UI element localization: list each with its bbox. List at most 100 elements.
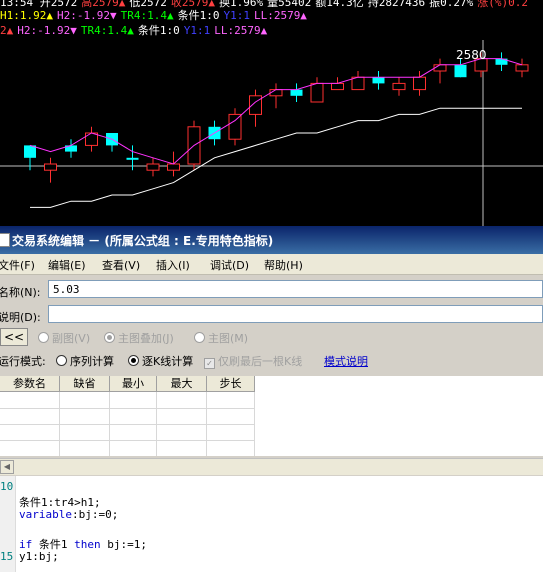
radio-circle-icon <box>38 332 49 343</box>
table-col-divider <box>254 392 255 456</box>
radio-main-chart[interactable]: 主图(M) <box>194 330 248 346</box>
description-label: 说明(D): <box>0 311 41 324</box>
candle-body <box>515 64 529 72</box>
candle-body <box>310 82 324 103</box>
name-row: 名称(N): 5.03 <box>0 280 543 302</box>
radio-circle-icon <box>128 355 139 366</box>
candle-body <box>167 163 180 171</box>
info-field: 条件1:0 <box>137 24 180 37</box>
table-col-divider <box>59 392 60 456</box>
info-field: LL:2579▲ <box>253 9 307 22</box>
price-chart[interactable]: 2580 13:54 开2572 高2579▲ 低2572 收2579▲ 换1.96% 量… <box>0 0 543 226</box>
info-field: 换1.96% <box>218 0 264 9</box>
run-mode-row: 运行模式: 序列计算 逐K线计算 ✓ 仅刷最后一根K线 模式说明 <box>0 352 543 370</box>
table-col-divider <box>206 392 207 456</box>
menu-insert[interactable]: 插入(I) <box>156 257 190 273</box>
info-field: 高2579▲ <box>81 0 126 9</box>
col-header-step[interactable]: 步长 <box>207 376 255 392</box>
description-row: 说明(D): <box>0 305 543 327</box>
price-label: 2580 <box>456 48 487 62</box>
collapse-button[interactable]: << <box>0 328 28 346</box>
radio-main-overlay-label: 主图叠加(J) <box>118 332 174 345</box>
info-field: Y1:1 <box>223 9 250 22</box>
table-row-divider <box>0 408 255 409</box>
info-field: 低2572 <box>129 0 167 9</box>
menu-view[interactable]: 查看(V) <box>102 257 140 273</box>
name-input[interactable]: 5.03 <box>48 280 543 298</box>
run-mode-label: 运行模式: <box>0 355 46 368</box>
horizontal-scrollbar[interactable]: ◀ <box>0 458 543 475</box>
info-field: 持2827436 <box>367 0 426 9</box>
candle-body <box>331 82 344 91</box>
radio-subchart-label: 副图(V) <box>52 332 91 345</box>
candle-body <box>24 145 36 158</box>
ma-upper-line <box>29 58 523 165</box>
info-field: 2▲ <box>0 24 14 37</box>
info-field: LL:2579▲ <box>214 24 268 37</box>
code-editor[interactable]: 10 15 条件1:tr4>h1; variable:bj:=0; if 条件1 th… <box>0 476 543 572</box>
menu-bar: 文件(F) 编辑(E) 查看(V) 插入(I) 调试(D) 帮助(H) <box>0 254 543 275</box>
indicator-info-line-1: H1:1.92▲ H2:-1.92▼ TR4:1.4▲ 条件1:0 Y1:1 LL:257… <box>0 9 311 23</box>
mode-help-link[interactable]: 模式说明 <box>324 353 368 369</box>
info-field: 收2579▲ <box>170 0 215 9</box>
col-header-max[interactable]: 最大 <box>157 376 207 392</box>
radio-main-overlay[interactable]: 主图叠加(J) <box>104 330 174 346</box>
candle-body <box>228 113 242 140</box>
window-titlebar[interactable]: 交易系统编辑 － (所属公式组 : E.专用特色指标) <box>0 226 543 254</box>
info-field: H2:-1.92▼ <box>17 24 77 37</box>
info-field: 量55402 <box>267 0 312 9</box>
line-number-gutter: 10 15 <box>0 476 16 572</box>
info-field: 条件1:0 <box>177 9 220 22</box>
radio-circle-icon <box>194 332 205 343</box>
info-field: TR4:1.4▲ <box>120 9 174 22</box>
info-field: 涨(%)0.2 <box>477 0 528 9</box>
radio-circle-icon <box>56 355 67 366</box>
candle-body <box>146 163 160 171</box>
info-field: 13:54 开2572 <box>0 0 78 9</box>
radio-per-bar-calc[interactable]: 逐K线计算 <box>128 353 193 369</box>
table-col-divider <box>156 392 157 456</box>
radio-sequence-calc[interactable]: 序列计算 <box>56 353 114 369</box>
info-field: H1:1.92▲ <box>0 9 53 22</box>
col-header-default[interactable]: 缺省 <box>60 376 110 392</box>
menu-help[interactable]: 帮助(H) <box>264 257 303 273</box>
table-row-divider <box>0 440 255 441</box>
candle-body <box>290 89 303 96</box>
description-input[interactable] <box>48 305 543 323</box>
info-field: 振0.27% <box>429 0 474 9</box>
candle-body <box>413 76 426 91</box>
radio-subchart[interactable]: 副图(V) <box>38 330 90 346</box>
app-icon <box>0 233 10 247</box>
info-field: H2:-1.92▼ <box>56 9 117 22</box>
checkbox-icon: ✓ <box>204 358 215 369</box>
line-number: 10 <box>0 480 14 493</box>
info-field: Y1:1 <box>183 24 211 37</box>
radio-circle-icon <box>104 332 115 343</box>
code-line[interactable]: variable:bj:=0; <box>19 508 118 521</box>
menu-file[interactable]: 文件(F) <box>0 257 35 273</box>
candle-body <box>85 132 98 146</box>
display-options-row: << 副图(V) 主图叠加(J) 主图(M) <box>0 328 543 348</box>
table-row-divider <box>0 424 255 425</box>
radio-main-chart-label: 主图(M) <box>208 332 249 345</box>
checkbox-refresh-last-bar[interactable]: ✓ 仅刷最后一根K线 <box>204 353 302 369</box>
radio-per-bar-calc-label: 逐K线计算 <box>142 355 194 368</box>
scroll-left-arrow-icon[interactable]: ◀ <box>0 460 14 474</box>
parameters-table[interactable]: 参数名 缺省 最小 最大 步长 <box>0 376 543 456</box>
info-field: TR4:1.4▲ <box>80 24 134 37</box>
menu-debug[interactable]: 调试(D) <box>210 257 249 273</box>
info-field: 额14.3亿 <box>315 0 364 9</box>
menu-edit[interactable]: 编辑(E) <box>48 257 86 273</box>
col-header-min[interactable]: 最小 <box>110 376 157 392</box>
radio-sequence-calc-label: 序列计算 <box>70 355 114 368</box>
indicator-info-line-2: 2▲ H2:-1.92▼ TR4:1.4▲ 条件1:0 Y1:1 LL:2579▲ <box>0 24 271 38</box>
candle-body <box>249 95 262 115</box>
col-header-param-name[interactable]: 参数名 <box>0 376 60 392</box>
candle-body <box>372 77 385 84</box>
window-title: 交易系统编辑 － (所属公式组 : E.专用特色指标) <box>12 234 274 248</box>
name-label: 名称(N): <box>0 286 41 299</box>
checkbox-refresh-last-bar-label: 仅刷最后一根K线 <box>218 355 303 368</box>
code-line[interactable]: y1:bj; <box>19 550 59 563</box>
candle-body <box>351 76 365 91</box>
candle-body <box>454 64 467 78</box>
